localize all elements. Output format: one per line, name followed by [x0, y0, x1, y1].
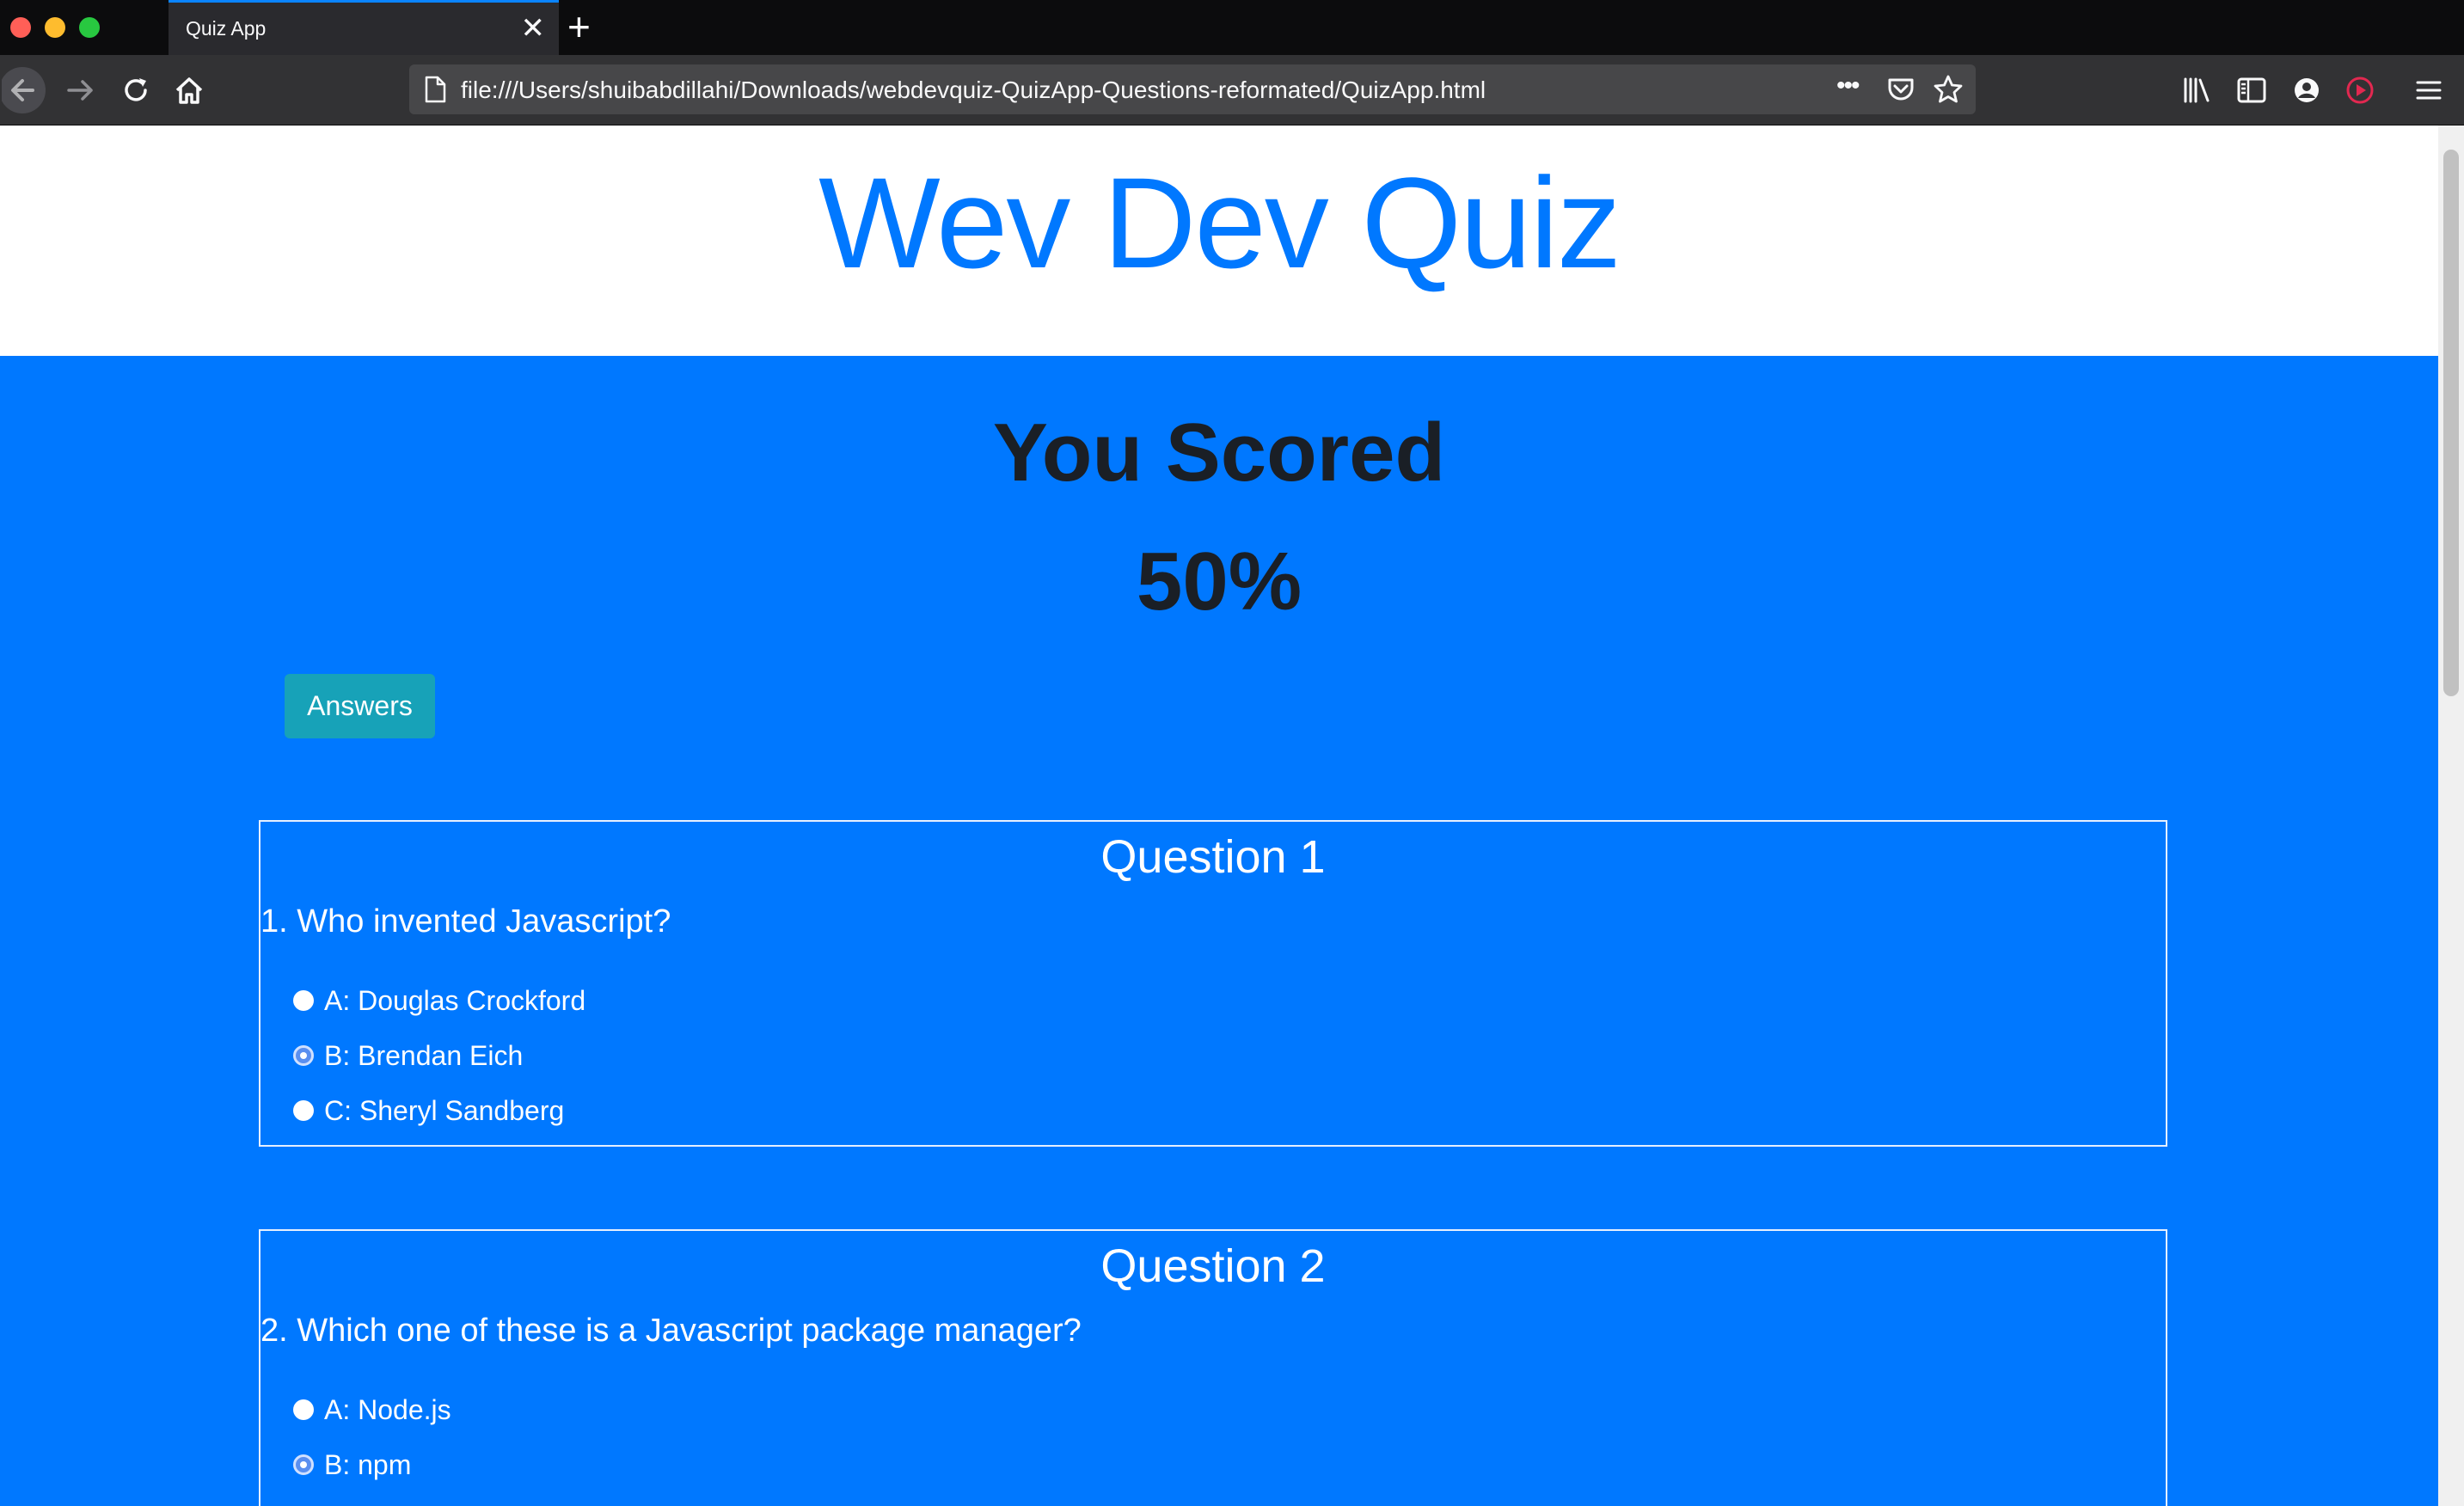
scrollbar-thumb[interactable]: [2443, 150, 2459, 696]
question-heading: Question 1: [1100, 831, 1326, 883]
forward-button[interactable]: [62, 55, 100, 126]
answer-option-label: A: Node.js: [324, 1393, 451, 1425]
answers-button[interactable]: Answers: [285, 674, 435, 738]
library-icon[interactable]: [2180, 74, 2213, 107]
tab-close-icon[interactable]: ✕: [521, 11, 546, 46]
page-content: Wev Dev Quiz You Scored 50% Answers Ques…: [0, 126, 2438, 1506]
radio-button[interactable]: [293, 1399, 314, 1420]
answer-option[interactable]: A: Node.js: [293, 1389, 451, 1430]
page-header: Wev Dev Quiz: [0, 126, 2438, 356]
browser-tab[interactable]: Quiz App ✕: [169, 0, 559, 55]
menu-icon[interactable]: [2414, 76, 2443, 105]
back-button[interactable]: [0, 55, 52, 126]
forward-icon: [67, 80, 93, 101]
radio-button-selected[interactable]: [293, 1454, 314, 1475]
home-button[interactable]: [170, 55, 208, 126]
answer-option-label: B: npm: [324, 1448, 412, 1480]
question-heading: Question 2: [1100, 1240, 1326, 1292]
page-title: Wev Dev Quiz: [818, 150, 1621, 295]
sidebar-icon[interactable]: [2235, 74, 2268, 107]
back-icon: [2, 67, 46, 113]
score-value: 50%: [1136, 536, 1302, 628]
page-actions-icon[interactable]: •••: [1836, 71, 1860, 101]
tab-title: Quiz App: [186, 17, 267, 40]
browser-nav-bar: file:///Users/shuibabdillahi/Downloads/w…: [0, 55, 2464, 126]
answer-option[interactable]: B: Brendan Eich: [293, 1035, 523, 1076]
radio-button-selected[interactable]: [293, 1045, 314, 1066]
bookmark-star-icon[interactable]: [1933, 74, 1964, 105]
reload-icon: [125, 78, 147, 101]
answer-option-label: B: Brendan Eich: [324, 1039, 524, 1071]
pocket-icon[interactable]: [1886, 75, 1915, 104]
question-text: 2. Which one of these is a Javascript pa…: [260, 1313, 1082, 1349]
radio-button[interactable]: [293, 990, 314, 1011]
answer-option-label: C: Sheryl Sandberg: [324, 1094, 565, 1126]
page-icon: [425, 76, 446, 103]
question-card: Question 2 2. Which one of these is a Ja…: [259, 1229, 2167, 1506]
reload-button[interactable]: [117, 55, 155, 126]
url-text[interactable]: file:///Users/shuibabdillahi/Downloads/w…: [461, 77, 1486, 104]
question-text: 1. Who invented Javascript?: [260, 903, 671, 940]
window-close-button[interactable]: [10, 17, 31, 38]
home-icon: [175, 77, 203, 104]
window-minimize-button[interactable]: [45, 17, 65, 38]
browser-tab-bar: Quiz App ✕ +: [0, 0, 2464, 55]
url-bar[interactable]: file:///Users/shuibabdillahi/Downloads/w…: [409, 64, 1976, 114]
radio-button[interactable]: [293, 1100, 314, 1121]
page-scrollbar[interactable]: [2438, 126, 2464, 1506]
answer-option[interactable]: A: Douglas Crockford: [293, 980, 585, 1021]
score-label: You Scored: [992, 407, 1446, 499]
answer-option[interactable]: B: npm: [293, 1444, 411, 1485]
new-tab-button[interactable]: +: [567, 5, 591, 48]
extension-icon[interactable]: [2344, 74, 2376, 107]
account-icon[interactable]: [2290, 74, 2323, 107]
answer-option-label: A: Douglas Crockford: [324, 984, 586, 1016]
question-card: Question 1 1. Who invented Javascript? A…: [259, 820, 2167, 1147]
window-maximize-button[interactable]: [79, 17, 100, 38]
answer-option[interactable]: C: Sheryl Sandberg: [293, 1090, 564, 1131]
